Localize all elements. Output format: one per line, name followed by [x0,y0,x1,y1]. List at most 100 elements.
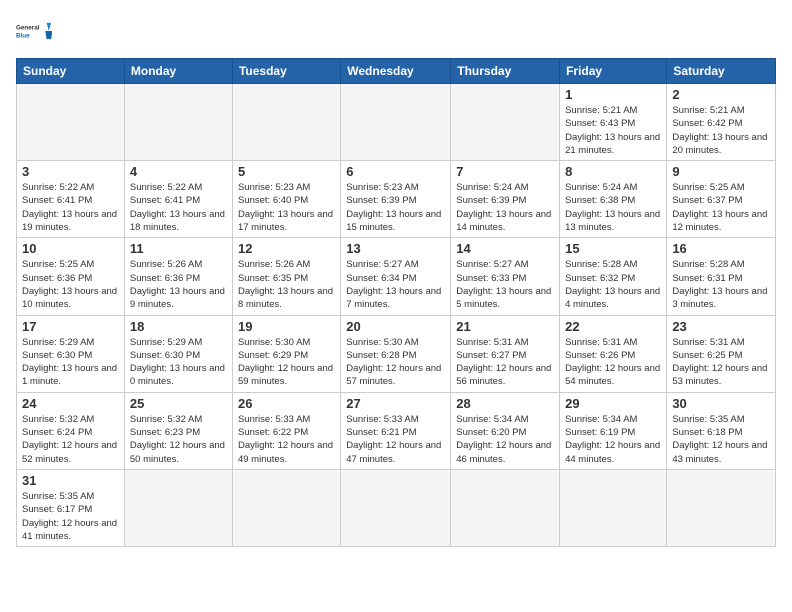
day-cell: 13Sunrise: 5:27 AM Sunset: 6:34 PM Dayli… [341,238,451,315]
day-number: 15 [565,241,661,256]
day-number: 2 [672,87,770,102]
day-number: 22 [565,319,661,334]
day-number: 21 [456,319,554,334]
day-info: Sunrise: 5:31 AM Sunset: 6:25 PM Dayligh… [672,336,770,389]
day-info: Sunrise: 5:28 AM Sunset: 6:32 PM Dayligh… [565,258,661,311]
day-number: 5 [238,164,335,179]
day-info: Sunrise: 5:21 AM Sunset: 6:43 PM Dayligh… [565,104,661,157]
day-info: Sunrise: 5:33 AM Sunset: 6:22 PM Dayligh… [238,413,335,466]
day-number: 28 [456,396,554,411]
day-cell [124,84,232,161]
day-number: 8 [565,164,661,179]
day-info: Sunrise: 5:26 AM Sunset: 6:35 PM Dayligh… [238,258,335,311]
day-cell [232,469,340,546]
week-row-6: 31 Sunrise: 5:35 AM Sunset: 6:17 PM Dayli… [17,469,776,546]
day-info: Sunrise: 5:30 AM Sunset: 6:28 PM Dayligh… [346,336,445,389]
day-cell: 31 Sunrise: 5:35 AM Sunset: 6:17 PM Dayli… [17,469,125,546]
day-cell [341,84,451,161]
day-cell [124,469,232,546]
day-number: 4 [130,164,227,179]
day-number: 9 [672,164,770,179]
day-number: 6 [346,164,445,179]
day-number: 25 [130,396,227,411]
svg-text:Blue: Blue [16,32,30,39]
weekday-header-tuesday: Tuesday [232,59,340,84]
day-cell: 17 Sunrise: 5:29 AM Sunset: 6:30 PM Dayli… [17,315,125,392]
day-info: Sunrise: 5:22 AM Sunset: 6:41 PM Dayligh… [130,181,227,234]
day-cell: 12 Sunrise: 5:26 AM Sunset: 6:35 PM Dayli… [232,238,340,315]
day-cell: 26 Sunrise: 5:33 AM Sunset: 6:22 PM Dayli… [232,392,340,469]
day-info: Sunrise: 5:22 AM Sunset: 6:41 PM Dayligh… [22,181,119,234]
week-row-5: 24Sunrise: 5:32 AM Sunset: 6:24 PM Dayli… [17,392,776,469]
day-cell: 15 Sunrise: 5:28 AM Sunset: 6:32 PM Dayli… [560,238,667,315]
day-info: Sunrise: 5:29 AM Sunset: 6:30 PM Dayligh… [22,336,119,389]
day-info: Sunrise: 5:27 AM Sunset: 6:33 PM Dayligh… [456,258,554,311]
day-cell [17,84,125,161]
day-cell: 19Sunrise: 5:30 AM Sunset: 6:29 PM Dayli… [232,315,340,392]
day-cell: 14Sunrise: 5:27 AM Sunset: 6:33 PM Dayli… [451,238,560,315]
weekday-header-monday: Monday [124,59,232,84]
day-info: Sunrise: 5:35 AM Sunset: 6:17 PM Dayligh… [22,490,119,543]
day-number: 10 [22,241,119,256]
day-number: 13 [346,241,445,256]
day-info: Sunrise: 5:21 AM Sunset: 6:42 PM Dayligh… [672,104,770,157]
day-info: Sunrise: 5:32 AM Sunset: 6:23 PM Dayligh… [130,413,227,466]
day-number: 12 [238,241,335,256]
day-info: Sunrise: 5:33 AM Sunset: 6:21 PM Dayligh… [346,413,445,466]
header: General Blue [16,16,776,46]
day-number: 31 [22,473,119,488]
day-info: Sunrise: 5:29 AM Sunset: 6:30 PM Dayligh… [130,336,227,389]
week-row-3: 10Sunrise: 5:25 AM Sunset: 6:36 PM Dayli… [17,238,776,315]
day-cell: 27 Sunrise: 5:33 AM Sunset: 6:21 PM Dayli… [341,392,451,469]
day-cell [341,469,451,546]
day-number: 16 [672,241,770,256]
day-info: Sunrise: 5:31 AM Sunset: 6:26 PM Dayligh… [565,336,661,389]
day-info: Sunrise: 5:25 AM Sunset: 6:37 PM Dayligh… [672,181,770,234]
weekday-header-friday: Friday [560,59,667,84]
day-number: 7 [456,164,554,179]
day-info: Sunrise: 5:34 AM Sunset: 6:19 PM Dayligh… [565,413,661,466]
day-number: 27 [346,396,445,411]
day-cell: 22 Sunrise: 5:31 AM Sunset: 6:26 PM Dayli… [560,315,667,392]
day-info: Sunrise: 5:26 AM Sunset: 6:36 PM Dayligh… [130,258,227,311]
weekday-header-row: SundayMondayTuesdayWednesdayThursdayFrid… [17,59,776,84]
calendar-table: SundayMondayTuesdayWednesdayThursdayFrid… [16,58,776,547]
generalblue-logo-icon: General Blue [16,16,52,46]
day-cell: 9 Sunrise: 5:25 AM Sunset: 6:37 PM Daylig… [667,161,776,238]
day-cell: 21Sunrise: 5:31 AM Sunset: 6:27 PM Dayli… [451,315,560,392]
day-cell: 18 Sunrise: 5:29 AM Sunset: 6:30 PM Dayli… [124,315,232,392]
day-number: 29 [565,396,661,411]
day-number: 1 [565,87,661,102]
week-row-1: 1 Sunrise: 5:21 AM Sunset: 6:43 PM Daylig… [17,84,776,161]
day-cell [667,469,776,546]
day-cell: 2 Sunrise: 5:21 AM Sunset: 6:42 PM Daylig… [667,84,776,161]
weekday-header-thursday: Thursday [451,59,560,84]
day-cell: 16 Sunrise: 5:28 AM Sunset: 6:31 PM Dayli… [667,238,776,315]
day-cell: 29 Sunrise: 5:34 AM Sunset: 6:19 PM Dayli… [560,392,667,469]
day-number: 17 [22,319,119,334]
day-cell [451,84,560,161]
week-row-4: 17 Sunrise: 5:29 AM Sunset: 6:30 PM Dayli… [17,315,776,392]
day-number: 26 [238,396,335,411]
logo: General Blue [16,16,52,46]
day-number: 24 [22,396,119,411]
day-number: 30 [672,396,770,411]
day-cell: 23Sunrise: 5:31 AM Sunset: 6:25 PM Dayli… [667,315,776,392]
day-number: 19 [238,319,335,334]
day-cell: 24Sunrise: 5:32 AM Sunset: 6:24 PM Dayli… [17,392,125,469]
day-info: Sunrise: 5:28 AM Sunset: 6:31 PM Dayligh… [672,258,770,311]
day-cell: 10Sunrise: 5:25 AM Sunset: 6:36 PM Dayli… [17,238,125,315]
day-cell: 20Sunrise: 5:30 AM Sunset: 6:28 PM Dayli… [341,315,451,392]
day-cell [232,84,340,161]
day-number: 18 [130,319,227,334]
day-cell: 30Sunrise: 5:35 AM Sunset: 6:18 PM Dayli… [667,392,776,469]
day-cell: 4 Sunrise: 5:22 AM Sunset: 6:41 PM Daylig… [124,161,232,238]
day-cell: 11 Sunrise: 5:26 AM Sunset: 6:36 PM Dayli… [124,238,232,315]
day-info: Sunrise: 5:24 AM Sunset: 6:39 PM Dayligh… [456,181,554,234]
svg-text:General: General [16,25,40,32]
day-number: 3 [22,164,119,179]
weekday-header-sunday: Sunday [17,59,125,84]
day-number: 11 [130,241,227,256]
day-cell [451,469,560,546]
day-info: Sunrise: 5:23 AM Sunset: 6:39 PM Dayligh… [346,181,445,234]
